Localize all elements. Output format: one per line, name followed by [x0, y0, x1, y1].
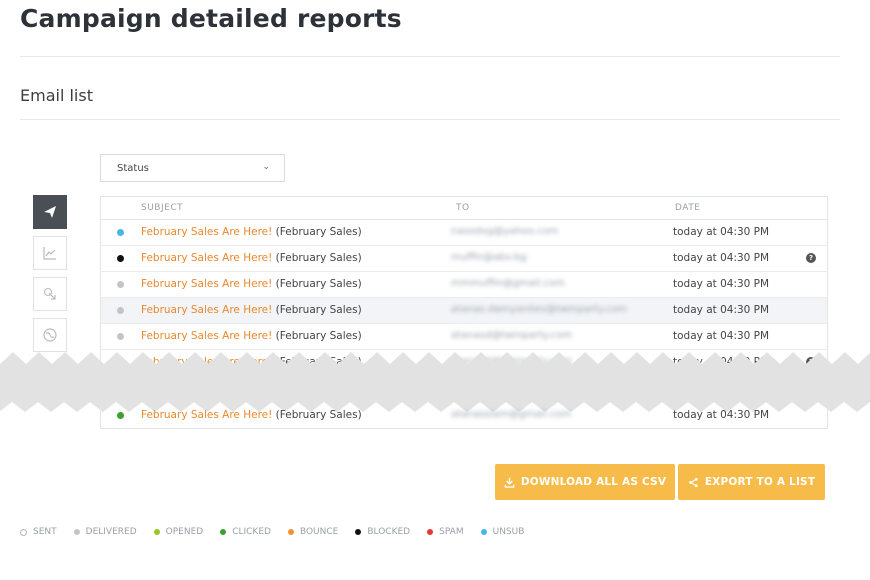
status-dot: [117, 333, 124, 340]
page-title: Campaign detailed reports: [20, 4, 402, 33]
table-row[interactable]: February Sales Are Here! (February Sales…: [101, 246, 827, 272]
subject-cell: February Sales Are Here! (February Sales…: [141, 304, 362, 316]
legend-item: OPENED: [153, 527, 204, 537]
chevron-down-icon: ⌄: [262, 162, 270, 172]
table-row[interactable]: February Sales Are Here! (February Sales…: [101, 298, 827, 324]
legend-dot: [427, 529, 434, 535]
status-legend: SENT DELIVERED OPENED CLICKED BOUNCE BLOCKED S…: [20, 527, 541, 537]
subject-cell: February Sales Are Here! (February Sales…: [141, 252, 362, 264]
report-view-tabs: [33, 195, 67, 359]
legend-label: UNSUB: [492, 527, 525, 537]
sent-date: today at 04:30 PM: [673, 226, 770, 238]
status-dot: [117, 307, 124, 314]
legend-item: BOUNCE: [287, 527, 339, 537]
sent-date: today at 04:30 PM: [673, 278, 770, 290]
recipient-email: atanasd@twinparty.com: [451, 330, 572, 341]
table-header: SUBJECT TO DATE: [101, 197, 827, 220]
info-icon[interactable]: ?: [806, 253, 816, 263]
subject-link[interactable]: February Sales Are Here!: [141, 278, 272, 290]
subject-link[interactable]: February Sales Are Here!: [141, 226, 272, 238]
download-csv-label: DOWNLOAD ALL AS CSV: [520, 476, 667, 488]
legend-dot: [153, 529, 160, 535]
legend-label: DELIVERED: [85, 527, 137, 537]
divider: [20, 119, 840, 120]
subject-cell: February Sales Are Here! (February Sales…: [141, 330, 362, 342]
legend-label: SPAM: [439, 527, 464, 537]
tab-chart[interactable]: [33, 236, 67, 270]
table-row[interactable]: February Sales Are Here! (February Sales…: [101, 220, 827, 246]
tab-clicks[interactable]: [33, 277, 67, 311]
subject-link[interactable]: February Sales Are Here!: [141, 304, 272, 316]
column-to: TO: [456, 203, 470, 213]
sent-date: today at 04:30 PM: [673, 252, 770, 264]
campaign-name: (February Sales): [275, 409, 362, 421]
subject-cell: February Sales Are Here! (February Sales…: [141, 409, 362, 421]
export-to-list-button[interactable]: EXPORT TO A LIST: [678, 464, 825, 500]
email-list-table-tail: February Sales Are Here! (February Sales…: [100, 403, 828, 429]
legend-label: SENT: [33, 527, 57, 537]
campaign-name: (February Sales): [275, 304, 362, 316]
recipient-email: atanas.damyanliev@twinparty.com: [451, 304, 628, 315]
download-icon: [504, 477, 515, 488]
legend-dot: [355, 529, 362, 535]
export-to-list-label: EXPORT TO A LIST: [704, 476, 816, 488]
legend-item: DELIVERED: [73, 527, 137, 537]
tab-sent[interactable]: [33, 195, 67, 229]
section-title: Email list: [20, 86, 93, 105]
subject-cell: February Sales Are Here! (February Sales…: [141, 226, 362, 238]
legend-label: CLICKED: [232, 527, 271, 537]
sent-date: today at 04:30 PM: [673, 330, 770, 342]
pointer-click-icon: [43, 287, 56, 300]
subject-cell: February Sales Are Here! (February Sales…: [141, 278, 362, 290]
campaign-name: (February Sales): [275, 330, 362, 342]
legend-dot: [73, 529, 80, 535]
status-dot: [117, 255, 124, 262]
legend-item: SENT: [20, 527, 57, 537]
campaign-name: (February Sales): [275, 278, 362, 290]
status-dot: [117, 412, 124, 419]
legend-label: OPENED: [165, 527, 204, 537]
legend-label: BOUNCE: [299, 527, 339, 537]
subject-link[interactable]: February Sales Are Here!: [141, 330, 272, 342]
status-dot: [117, 229, 124, 236]
status-dot: [117, 281, 124, 288]
sent-date: today at 04:30 PM: [673, 304, 770, 316]
sent-date: today at 04:30 PM: [673, 409, 770, 421]
table-row[interactable]: February Sales Are Here! (February Sales…: [101, 272, 827, 298]
divider: [20, 56, 840, 57]
legend-dot: [287, 529, 294, 535]
legend-item: CLICKED: [220, 527, 271, 537]
campaign-name: (February Sales): [275, 252, 362, 264]
status-filter-select[interactable]: Status ⌄: [100, 154, 285, 182]
line-chart-icon: [43, 247, 56, 260]
share-icon: [689, 477, 698, 487]
legend-dot: [220, 529, 227, 535]
paper-plane-icon: [44, 206, 56, 218]
recipient-email: mmmuffin@gmail.com: [451, 278, 565, 289]
status-filter-value: Status: [117, 162, 149, 174]
recipient-email: muffin@abv.bg: [451, 252, 527, 263]
subject-link[interactable]: February Sales Are Here!: [141, 252, 272, 264]
recipient-email: atanasslam@gmail.com: [451, 409, 572, 420]
recipient-email: nasodvg@yahoo.com: [451, 226, 559, 237]
legend-item: SPAM: [427, 527, 464, 537]
legend-dot: [20, 528, 27, 536]
table-row[interactable]: February Sales Are Here! (February Sales…: [101, 403, 827, 428]
column-subject: SUBJECT: [141, 203, 184, 213]
legend-item: UNSUB: [480, 527, 525, 537]
globe-icon: [43, 328, 57, 342]
legend-label: BLOCKED: [367, 527, 411, 537]
legend-dot: [480, 529, 487, 535]
subject-link[interactable]: February Sales Are Here!: [141, 409, 272, 421]
download-csv-button[interactable]: DOWNLOAD ALL AS CSV: [495, 464, 675, 500]
column-date: DATE: [675, 203, 701, 213]
campaign-name: (February Sales): [275, 226, 362, 238]
legend-item: BLOCKED: [355, 527, 410, 537]
